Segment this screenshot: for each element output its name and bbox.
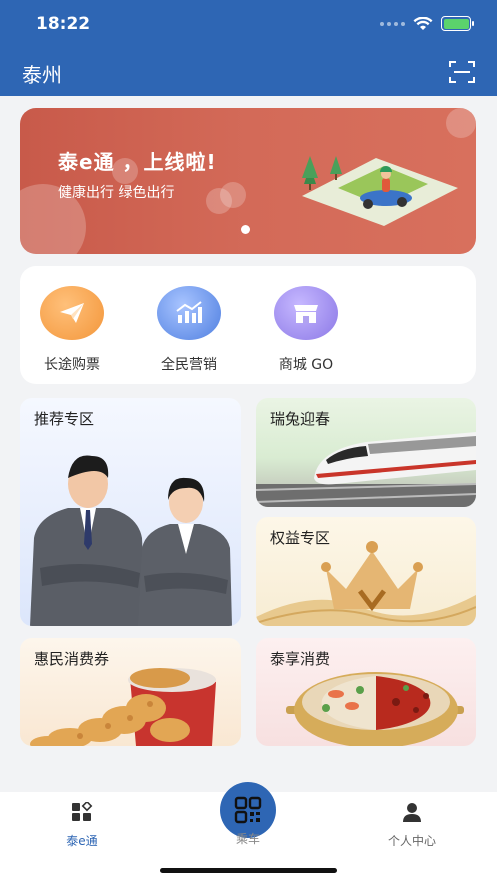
- status-icons: [380, 16, 474, 31]
- scan-icon[interactable]: [449, 60, 475, 84]
- signal-icon: [380, 21, 405, 26]
- quick-marketing[interactable]: 全民营销: [139, 286, 239, 374]
- tab-ride-label[interactable]: 乘车: [208, 830, 288, 847]
- tile-title: 泰享消费: [270, 650, 331, 668]
- paper-plane-icon: [40, 286, 104, 340]
- person-icon: [403, 803, 421, 822]
- tab-label: 泰e通: [66, 834, 98, 848]
- carousel-indicator[interactable]: [241, 225, 250, 234]
- tab-profile[interactable]: 个人中心: [372, 802, 452, 849]
- tile-recommend[interactable]: 推荐专区: [20, 398, 241, 626]
- quick-long-distance-ticket[interactable]: 长途购票: [22, 286, 122, 374]
- tile-title: 权益专区: [270, 529, 331, 547]
- tile-title: 推荐专区: [34, 410, 95, 428]
- tile-title: 惠民消费券: [34, 650, 110, 668]
- app-header: 18:22 泰州: [0, 0, 497, 96]
- wifi-icon: [413, 16, 433, 30]
- battery-icon: [441, 16, 474, 31]
- tile-rights[interactable]: 权益专区: [256, 517, 476, 626]
- qr-code-icon: [234, 796, 262, 824]
- quick-label: 长途购票: [44, 357, 100, 373]
- quick-label: 商城 GO: [278, 357, 334, 373]
- banner-title: 泰e通 ，上线啦!: [58, 150, 217, 174]
- quick-actions: 长途购票 全民营销 商城 GO: [20, 266, 476, 384]
- city-selector[interactable]: 泰州: [22, 59, 62, 88]
- scooter-illustration: [302, 156, 458, 226]
- quick-mall[interactable]: 商城 GO: [256, 286, 356, 374]
- tile-coupon[interactable]: 惠民消费券: [20, 638, 241, 746]
- banner-subtitle: 健康出行 绿色出行: [58, 185, 175, 201]
- status-time: 18:22: [36, 14, 91, 34]
- business-people-image: [30, 455, 232, 626]
- promo-banner[interactable]: 泰e通 ，上线啦! 健康出行 绿色出行: [20, 108, 476, 254]
- tile-title: 瑞兔迎春: [270, 410, 331, 428]
- home-indicator: [160, 868, 337, 873]
- shop-icon: [274, 286, 338, 340]
- tab-home[interactable]: 泰e通: [42, 800, 122, 849]
- tab-label: 个人中心: [387, 834, 436, 848]
- chart-icon: [157, 286, 221, 340]
- apps-icon: [72, 800, 93, 821]
- quick-label: 全民营销: [161, 357, 217, 373]
- tile-rabbit-spring[interactable]: 瑞兔迎春: [256, 398, 476, 507]
- tile-consume[interactable]: 泰享消费: [256, 638, 476, 746]
